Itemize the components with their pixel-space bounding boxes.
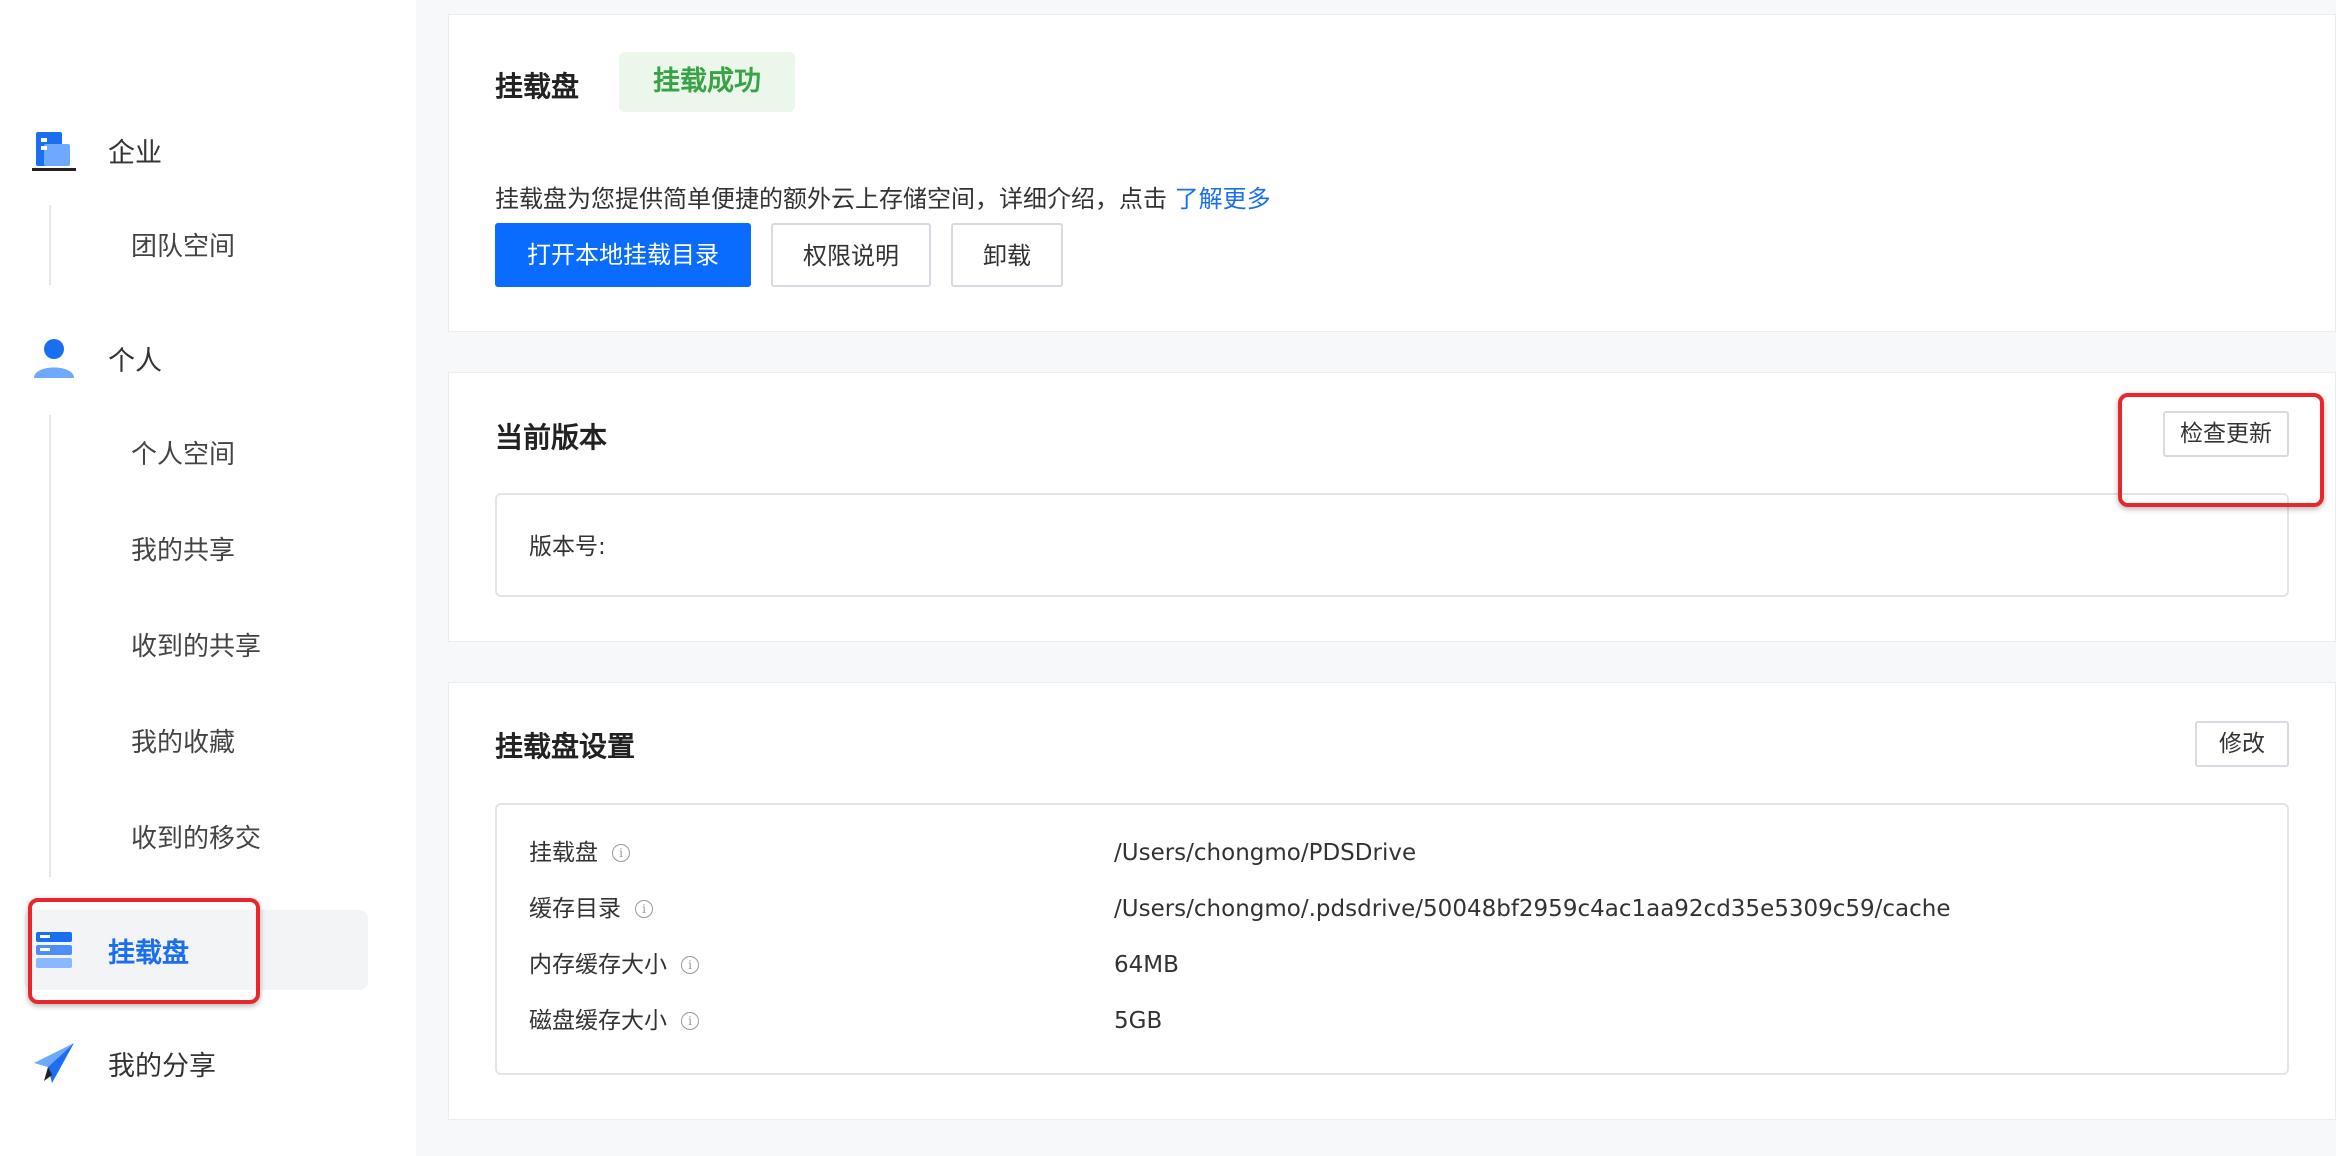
- open-local-mount-dir-button[interactable]: 打开本地挂载目录: [495, 223, 751, 287]
- setting-value: /Users/chongmo/.pdsdrive/50048bf2959c4ac…: [1114, 896, 1951, 922]
- sidebar-item-label: 我的分享: [108, 1050, 216, 1082]
- edit-settings-button[interactable]: 修改: [2195, 721, 2289, 767]
- sidebar-group-label: 个人: [108, 345, 162, 377]
- permissions-info-button[interactable]: 权限说明: [771, 223, 931, 287]
- sidebar-item-my-favorites[interactable]: 我的收藏: [131, 718, 235, 768]
- sidebar: 企业 团队空间 个人 个人空间 我的共享 收到的共享 我的收藏 收到的移交 挂载…: [0, 0, 416, 1156]
- version-card: 当前版本 检查更新 版本号:: [448, 372, 2336, 642]
- learn-more-link[interactable]: 了解更多: [1175, 185, 1271, 213]
- paper-plane-icon: [34, 1043, 74, 1083]
- sidebar-item-received-transfers[interactable]: 收到的移交: [131, 814, 261, 864]
- setting-value: /Users/chongmo/PDSDrive: [1114, 840, 1417, 866]
- mount-status-card: 挂载盘 挂载成功 挂载盘为您提供简单便捷的额外云上存储空间，详细介绍，点击 了解…: [448, 14, 2336, 332]
- setting-key-text: 缓存目录: [529, 896, 621, 922]
- unmount-button[interactable]: 卸载: [951, 223, 1063, 287]
- setting-key: 挂载盘 i: [529, 833, 630, 873]
- info-icon[interactable]: i: [635, 900, 653, 918]
- setting-row-memory-cache: 内存缓存大小 i 64MB: [529, 945, 2249, 985]
- card-title: 挂载盘设置: [495, 730, 636, 763]
- setting-key: 内存缓存大小 i: [529, 945, 699, 985]
- sidebar-item-my-shares[interactable]: 我的共享: [131, 526, 235, 576]
- settings-info-box: 挂载盘 i /Users/chongmo/PDSDrive 缓存目录 i /User…: [495, 803, 2289, 1075]
- sidebar-group-label: 企业: [108, 137, 162, 169]
- version-info-box: 版本号:: [495, 493, 2289, 597]
- card-title: 挂载盘: [495, 70, 580, 103]
- card-title: 当前版本: [495, 421, 608, 454]
- app-root: 企业 团队空间 个人 个人空间 我的共享 收到的共享 我的收藏 收到的移交 挂载…: [0, 0, 2336, 1156]
- building-icon: [32, 132, 76, 171]
- description-text: 挂载盘为您提供简单便捷的额外云上存储空间，详细介绍，点击: [495, 185, 1167, 213]
- user-icon: [34, 339, 74, 378]
- setting-key-text: 挂载盘: [529, 840, 598, 866]
- setting-key-text: 内存缓存大小: [529, 952, 667, 978]
- info-icon[interactable]: i: [681, 956, 699, 974]
- setting-value: 64MB: [1114, 952, 1179, 978]
- mount-drive-icon: [36, 932, 72, 968]
- setting-key: 磁盘缓存大小 i: [529, 1001, 699, 1041]
- setting-value: 5GB: [1114, 1008, 1163, 1034]
- setting-row-cache-dir: 缓存目录 i /Users/chongmo/.pdsdrive/50048bf29…: [529, 889, 2249, 929]
- tree-line: [49, 205, 51, 285]
- setting-key: 缓存目录 i: [529, 889, 653, 929]
- version-number-label: 版本号:: [529, 534, 606, 560]
- sidebar-item-personal-space[interactable]: 个人空间: [131, 430, 235, 480]
- sidebar-item-team-space[interactable]: 团队空间: [131, 222, 235, 272]
- sidebar-item-mount-drive[interactable]: 挂载盘: [0, 915, 416, 985]
- mount-settings-card: 挂载盘设置 修改 挂载盘 i /Users/chongmo/PDSDrive 缓存…: [448, 682, 2336, 1120]
- sidebar-item-label: 挂载盘: [108, 937, 189, 969]
- sidebar-item-received-shares[interactable]: 收到的共享: [131, 622, 261, 672]
- setting-key-text: 磁盘缓存大小: [529, 1008, 667, 1034]
- status-badge: 挂载成功: [619, 52, 795, 112]
- check-update-button[interactable]: 检查更新: [2163, 411, 2289, 457]
- info-icon[interactable]: i: [612, 844, 630, 862]
- setting-row-disk-cache: 磁盘缓存大小 i 5GB: [529, 1001, 2249, 1041]
- sidebar-item-my-share[interactable]: 我的分享: [0, 1028, 416, 1098]
- tree-line: [49, 415, 51, 877]
- sidebar-group-enterprise[interactable]: 企业: [0, 115, 416, 185]
- mount-description: 挂载盘为您提供简单便捷的额外云上存储空间，详细介绍，点击 了解更多: [495, 179, 1271, 214]
- info-icon[interactable]: i: [681, 1012, 699, 1030]
- setting-row-mount-path: 挂载盘 i /Users/chongmo/PDSDrive: [529, 833, 2249, 873]
- sidebar-group-personal[interactable]: 个人: [0, 323, 416, 393]
